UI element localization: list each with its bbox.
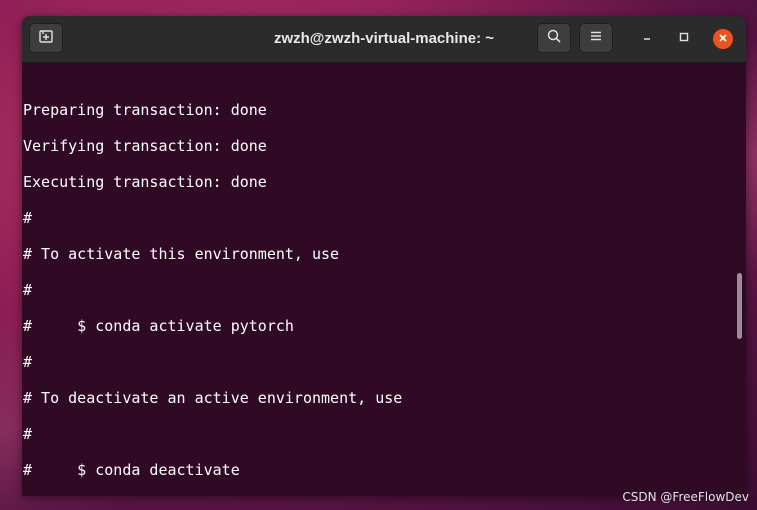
terminal-line: # — [23, 425, 33, 443]
hamburger-menu-icon — [589, 29, 603, 48]
close-button[interactable] — [712, 28, 734, 50]
new-tab-icon — [38, 28, 54, 49]
search-button[interactable] — [537, 23, 571, 53]
window-title: zwzh@zwzh-virtual-machine: ~ — [273, 30, 495, 47]
close-icon — [718, 30, 728, 48]
terminal-line: # — [23, 353, 33, 371]
minimize-icon — [641, 30, 653, 48]
terminal-line: # $ conda deactivate — [23, 461, 240, 479]
scrollbar-thumb[interactable] — [737, 273, 742, 339]
terminal-line: # To activate this environment, use — [23, 245, 340, 263]
terminal-line: # — [23, 209, 33, 227]
terminal-line: Executing transaction: done — [23, 173, 267, 191]
terminal-line: Verifying transaction: done — [23, 137, 267, 155]
terminal-output[interactable]: Preparing transaction: done Verifying tr… — [22, 63, 746, 496]
terminal-line: # — [23, 281, 33, 299]
minimize-button[interactable] — [636, 28, 658, 50]
new-tab-button[interactable] — [29, 23, 63, 53]
terminal-line: # To deactivate an active environment, u… — [23, 389, 403, 407]
terminal-line: Preparing transaction: done — [23, 101, 267, 119]
maximize-button[interactable] — [673, 28, 695, 50]
terminal-window: zwzh@zwzh-virtual-machine: ~ Preparing t… — [22, 16, 746, 496]
search-icon — [546, 28, 562, 49]
maximize-icon — [678, 30, 690, 48]
titlebar[interactable]: zwzh@zwzh-virtual-machine: ~ — [22, 16, 746, 63]
menu-button[interactable] — [579, 23, 613, 53]
watermark-text: CSDN @FreeFlowDev — [622, 490, 749, 504]
terminal-line: # $ conda activate pytorch — [23, 317, 294, 335]
